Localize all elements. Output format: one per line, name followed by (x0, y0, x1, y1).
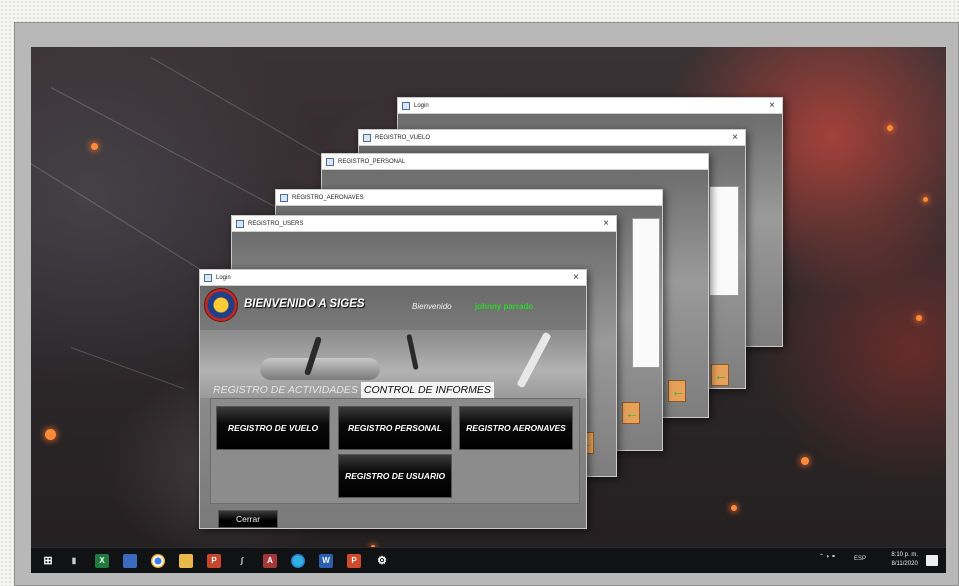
close-icon[interactable]: × (769, 98, 775, 113)
window-title: REGISTRO_USERS (248, 221, 304, 227)
close-icon[interactable]: × (603, 216, 609, 231)
registro-usuario-button[interactable]: REGISTRO DE USUARIO (338, 454, 452, 498)
ember (801, 457, 809, 465)
window-titlebar[interactable]: Login × (398, 98, 782, 114)
welcome-heading: BIENVENIDO A SIGES (244, 298, 365, 310)
window-titlebar[interactable]: REGISTRO_AERONAVES (276, 190, 662, 206)
ember (887, 125, 893, 131)
window-titlebar[interactable]: REGISTRO_VUELO × (359, 130, 745, 146)
siges-logo (204, 288, 238, 322)
app-icon (204, 274, 212, 282)
close-icon[interactable]: × (732, 130, 738, 145)
welcome-label: Bienvenido (412, 302, 452, 311)
access-icon[interactable]: A (263, 554, 277, 568)
registro-aeronaves-button[interactable]: REGISTRO AERONAVES (459, 406, 573, 450)
propeller-blade (406, 333, 419, 371)
aircraft-fuselage (260, 358, 380, 380)
monitor-frame: Login × REGISTRO_VUELO × REGISTRO_P (14, 22, 959, 586)
app-icon (326, 158, 334, 166)
app-icon (236, 220, 244, 228)
windows-taskbar: ⊞ ▮ X P ∫ A W P ⚙ ⌃ ◑ ⚭ ESP 8:10 p. m. 8… (31, 547, 946, 573)
tab-control-informes[interactable]: CONTROL DE INFORMES (360, 382, 494, 398)
language-indicator[interactable]: ESP (854, 556, 866, 562)
windows-start-icon[interactable]: ⊞ (41, 554, 55, 568)
propeller-blade (516, 331, 552, 389)
data-grid (709, 186, 739, 296)
ember (916, 315, 922, 321)
close-icon[interactable]: × (573, 270, 579, 285)
word-icon[interactable]: W (319, 554, 333, 568)
tab-registro-actividades[interactable]: REGISTRO DE ACTIVIDADES (210, 382, 361, 398)
excel-icon[interactable]: X (95, 554, 109, 568)
wallpaper-streak (50, 87, 281, 211)
app-icon (280, 194, 288, 202)
wallpaper-streak (70, 347, 184, 390)
data-grid (632, 218, 660, 368)
desktop-screen: Login × REGISTRO_VUELO × REGISTRO_P (31, 47, 946, 573)
folder-icon[interactable] (179, 554, 193, 568)
clock-time: 8:10 p. m. (891, 552, 918, 558)
exit-icon[interactable] (668, 380, 686, 402)
app-icon (402, 102, 410, 110)
ember (45, 429, 56, 440)
window-title: Login (216, 275, 231, 281)
registro-vuelo-button[interactable]: REGISTRO DE VUELO (216, 406, 330, 450)
tray-icons[interactable]: ⌃ ◑ ⚭ (819, 553, 836, 560)
tab-bar: REGISTRO DE ACTIVIDADES CONTROL DE INFOR… (210, 382, 494, 398)
window-titlebar[interactable]: REGISTRO_USERS × (232, 216, 616, 232)
clock-date: 8/11/2020 (891, 561, 918, 567)
tab-panel: REGISTRO DE VUELO REGISTRO PERSONAL REGI… (210, 398, 580, 504)
ember (923, 197, 928, 202)
user-name: johnny parrado (475, 302, 534, 311)
ember (731, 505, 737, 511)
clock[interactable]: 8:10 p. m. 8/11/2020 (891, 551, 918, 569)
edge-icon[interactable] (291, 554, 305, 568)
registro-personal-button[interactable]: REGISTRO PERSONAL (338, 406, 452, 450)
exit-icon[interactable] (622, 402, 640, 424)
window-title: REGISTRO_VUELO (375, 135, 431, 141)
window-titlebar[interactable]: Login × (200, 270, 586, 286)
powerpoint-2-icon[interactable]: P (347, 554, 361, 568)
window-title: Login (414, 103, 429, 109)
cerrar-button[interactable]: Cerrar (218, 510, 278, 528)
window-body: BIENVENIDO A SIGES Bienvenido johnny par… (200, 286, 586, 528)
exit-icon[interactable] (711, 364, 729, 386)
settings-icon[interactable]: ⚙ (375, 554, 389, 568)
window-title: REGISTRO_PERSONAL (338, 159, 406, 165)
calendar-app-icon[interactable] (123, 554, 137, 568)
ember (91, 143, 98, 150)
powerpoint-icon[interactable]: P (207, 554, 221, 568)
window-titlebar[interactable]: REGISTRO_PERSONAL (322, 154, 708, 170)
window-title: REGISTRO_AERONAVES (292, 195, 364, 201)
app-icon (363, 134, 371, 142)
chrome-icon[interactable] (151, 554, 165, 568)
notification-icon[interactable] (926, 555, 938, 566)
main-menu-window[interactable]: Login × BIENVENIDO A SIGES Bienvenido jo… (199, 269, 587, 529)
wallpaper-streak (150, 57, 325, 158)
task-view-icon[interactable]: ▮ (67, 554, 81, 568)
xampp-icon[interactable]: ∫ (235, 554, 249, 568)
